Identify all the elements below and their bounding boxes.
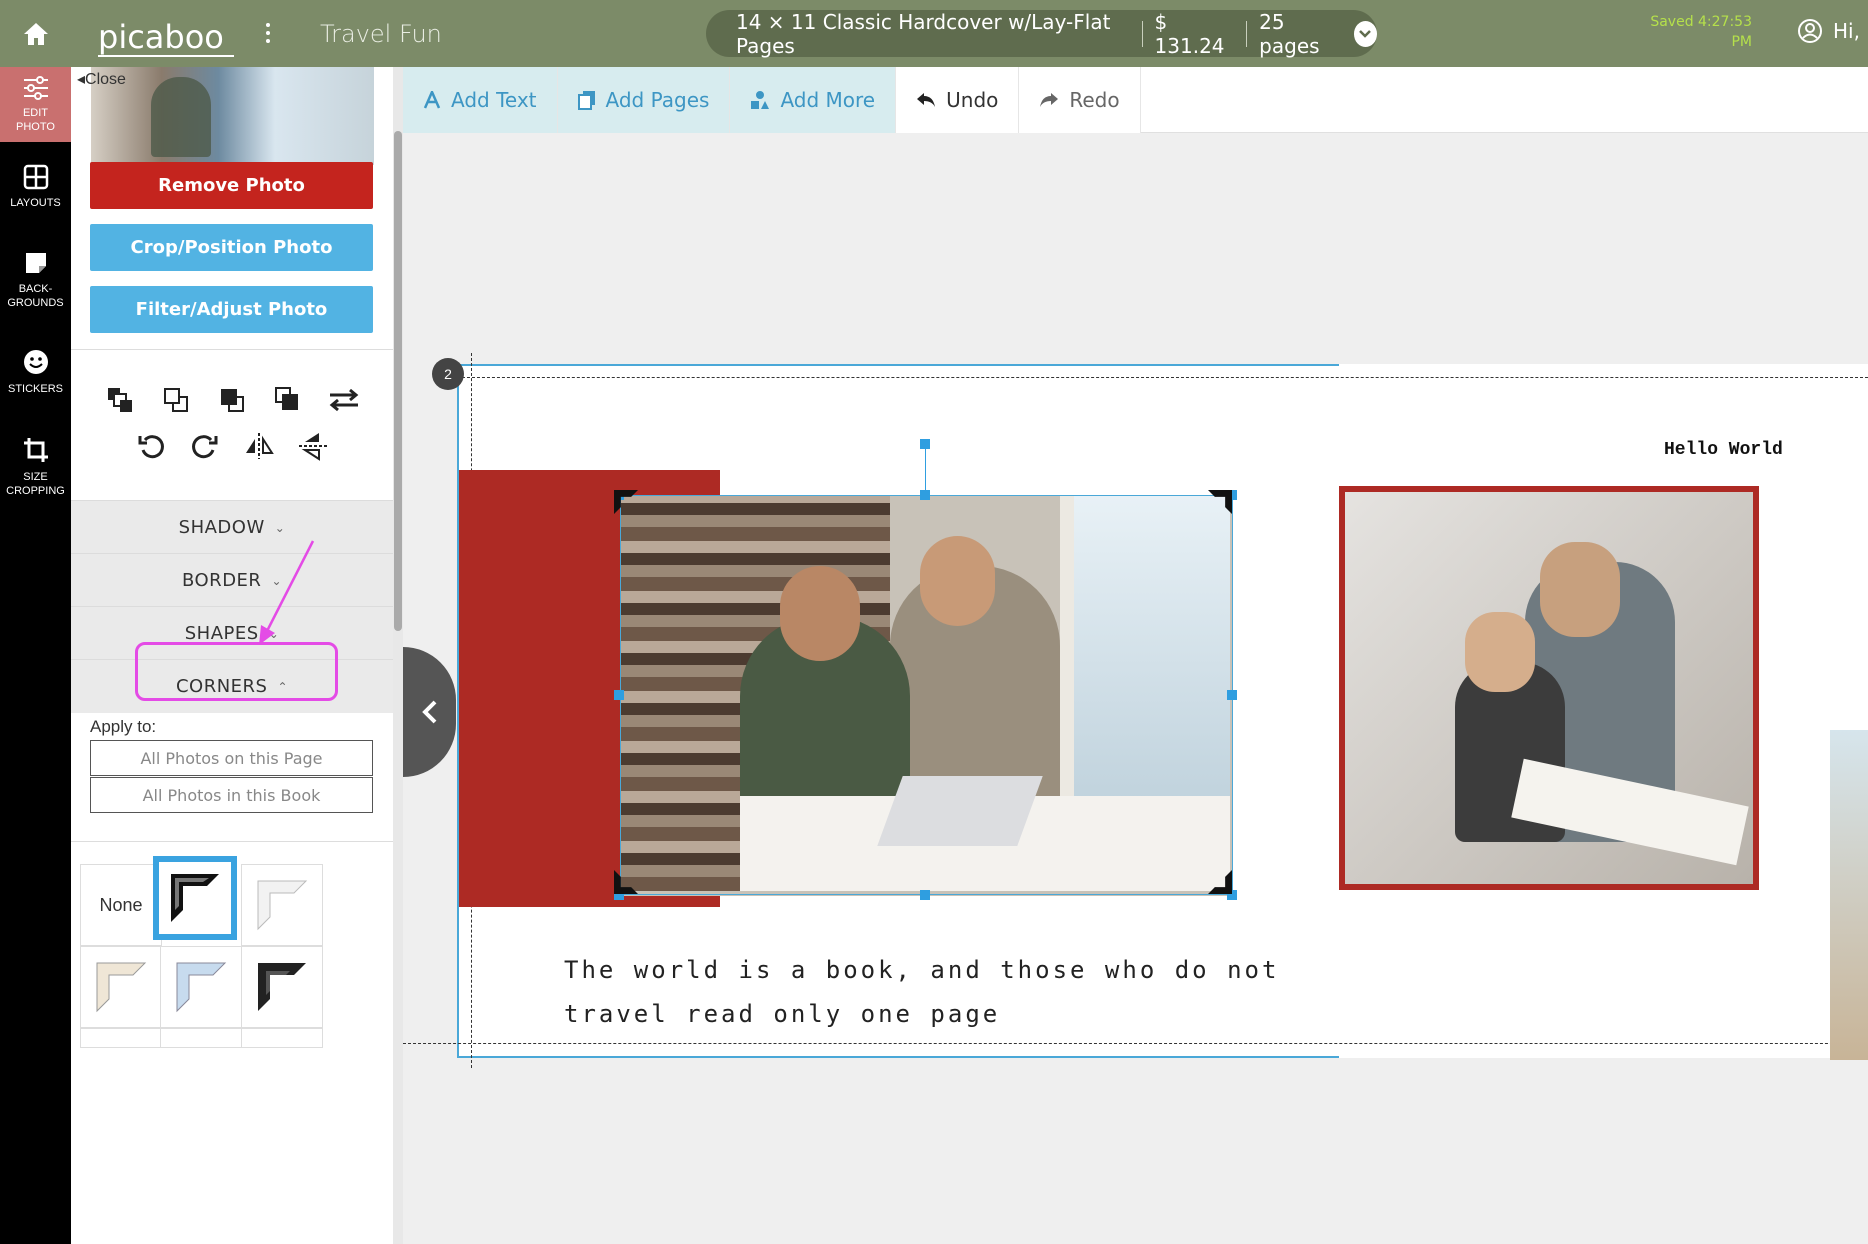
quote-text[interactable]: The world is a book, and those who do no… xyxy=(564,948,1344,1036)
product-summary[interactable]: 14 × 11 Classic Hardcover w/Lay-Flat Pag… xyxy=(706,9,1377,58)
project-title[interactable]: Travel Fun xyxy=(320,20,442,48)
safe-guide-bottom xyxy=(403,1043,1868,1044)
home-button[interactable] xyxy=(0,0,72,67)
user-icon xyxy=(1798,19,1822,43)
top-bar: picaboo Travel Fun 14 × 11 Classic Hardc… xyxy=(0,0,1868,67)
corner-option-white[interactable] xyxy=(241,864,323,946)
chevron-down-icon[interactable] xyxy=(1353,20,1377,47)
corner-black-icon xyxy=(171,874,219,922)
page-count: 25 pages xyxy=(1259,9,1320,58)
left-nav: EDIT PHOTO LAYOUTS BACK- GROUNDS STICKERS … xyxy=(0,67,71,1244)
photo-corner-br-icon xyxy=(1208,870,1232,894)
corner-option-none[interactable]: None xyxy=(80,864,162,946)
nav-stickers[interactable]: STICKERS xyxy=(0,327,71,417)
apply-all-page-button[interactable]: All Photos on this Page xyxy=(90,740,373,776)
crop-icon xyxy=(23,438,48,462)
corner-option-cream[interactable] xyxy=(80,946,162,1028)
corner-blue-icon xyxy=(176,962,227,1013)
resize-handle-l[interactable] xyxy=(614,690,624,700)
shadow-accordion[interactable]: SHADOW ⌄ xyxy=(71,500,393,554)
right-page-photo[interactable] xyxy=(1339,486,1759,890)
corner-option-more-2[interactable] xyxy=(160,1028,242,1048)
shapes-icon xyxy=(751,91,770,109)
page-number-badge: 2 xyxy=(432,358,464,390)
photo-corner-tr-icon xyxy=(1208,490,1232,514)
editor-toolbar: Add Text Add Pages Add More Undo Redo xyxy=(403,67,1868,133)
send-to-back-icon[interactable] xyxy=(271,383,305,417)
undo-button[interactable]: Undo xyxy=(896,67,1020,133)
flip-horizontal-icon[interactable] xyxy=(242,429,276,463)
corner-matte-icon xyxy=(258,963,306,1011)
corner-option-more-1[interactable] xyxy=(80,1028,162,1048)
undo-icon xyxy=(917,93,936,107)
resize-handle-r[interactable] xyxy=(1227,690,1237,700)
corner-option-black-matte[interactable] xyxy=(241,946,323,1028)
add-more-button[interactable]: Add More xyxy=(730,67,897,133)
nav-backgrounds[interactable]: BACK- GROUNDS xyxy=(0,232,71,327)
apply-all-book-button[interactable]: All Photos in this Book xyxy=(90,777,373,813)
selected-photo-thumbnail xyxy=(91,67,374,165)
product-name: 14 × 11 Classic Hardcover w/Lay-Flat Pag… xyxy=(736,9,1111,58)
rotate-handle[interactable] xyxy=(920,439,930,449)
chevron-left-icon xyxy=(421,700,436,724)
home-icon xyxy=(24,22,48,45)
saved-status: Saved 4:27:53 PM xyxy=(1650,14,1752,50)
border-accordion[interactable]: BORDER ⌄ xyxy=(71,553,393,607)
corner-option-black-gloss[interactable] xyxy=(153,856,237,940)
grid-icon xyxy=(23,164,48,190)
send-backward-icon[interactable] xyxy=(215,383,249,417)
sliders-icon xyxy=(23,75,48,100)
user-menu[interactable]: Hi, I xyxy=(1797,18,1868,44)
photo-selection-box[interactable] xyxy=(620,495,1233,895)
edit-photo-panel: ◂Close Remove Photo Crop/Position Photo … xyxy=(71,67,393,1244)
hello-world-text[interactable]: Hello World xyxy=(1664,440,1783,460)
chevron-down-icon: ⌄ xyxy=(274,520,286,535)
smiley-icon xyxy=(23,350,48,374)
annotation-arrow-icon xyxy=(259,540,315,645)
corner-option-light-blue[interactable] xyxy=(160,946,242,1028)
flip-vertical-icon[interactable] xyxy=(296,429,330,463)
more-menu-button[interactable] xyxy=(258,18,278,48)
filter-adjust-button[interactable]: Filter/Adjust Photo xyxy=(90,286,373,333)
corner-option-more-3[interactable] xyxy=(241,1028,323,1048)
redo-button[interactable]: Redo xyxy=(1019,67,1141,133)
corner-white-icon xyxy=(257,880,308,931)
crop-position-button[interactable]: Crop/Position Photo xyxy=(90,224,373,271)
rotate-right-icon[interactable] xyxy=(188,429,222,463)
bring-forward-icon[interactable] xyxy=(159,383,193,417)
picaboo-logo[interactable]: picaboo xyxy=(96,8,236,60)
product-price: $ 131.24 xyxy=(1154,9,1225,58)
redo-icon xyxy=(1040,93,1059,107)
rotate-handle-line xyxy=(925,444,926,496)
note-icon xyxy=(25,252,46,273)
nav-size-cropping[interactable]: SIZE CROPPING xyxy=(0,417,71,517)
panel-scrollbar[interactable] xyxy=(393,67,403,1244)
nav-layouts[interactable]: LAYOUTS xyxy=(0,142,71,232)
logo-text: picaboo xyxy=(98,18,224,56)
bring-to-front-icon[interactable] xyxy=(103,383,137,417)
text-icon xyxy=(423,91,441,109)
remove-photo-button[interactable]: Remove Photo xyxy=(90,162,373,209)
swap-icon[interactable] xyxy=(327,383,361,417)
pages-icon xyxy=(577,91,595,110)
photo-corner-tl-icon xyxy=(614,490,638,514)
corner-cream-icon xyxy=(96,962,147,1013)
partial-photo-edge[interactable] xyxy=(1830,730,1868,1060)
photo-corner-bl-icon xyxy=(614,870,638,894)
resize-handle-t[interactable] xyxy=(920,490,930,500)
close-panel-link[interactable]: ◂Close xyxy=(77,69,126,89)
rotate-left-icon[interactable] xyxy=(134,429,168,463)
resize-handle-b[interactable] xyxy=(920,890,930,900)
corners-highlight xyxy=(135,642,338,701)
add-text-button[interactable]: Add Text xyxy=(403,67,558,133)
add-pages-button[interactable]: Add Pages xyxy=(557,67,731,133)
nav-edit-photo[interactable]: EDIT PHOTO xyxy=(0,67,71,142)
safe-guide-top xyxy=(457,377,1868,378)
user-greeting: Hi, I xyxy=(1833,19,1868,43)
apply-to-label: Apply to: xyxy=(90,717,157,736)
